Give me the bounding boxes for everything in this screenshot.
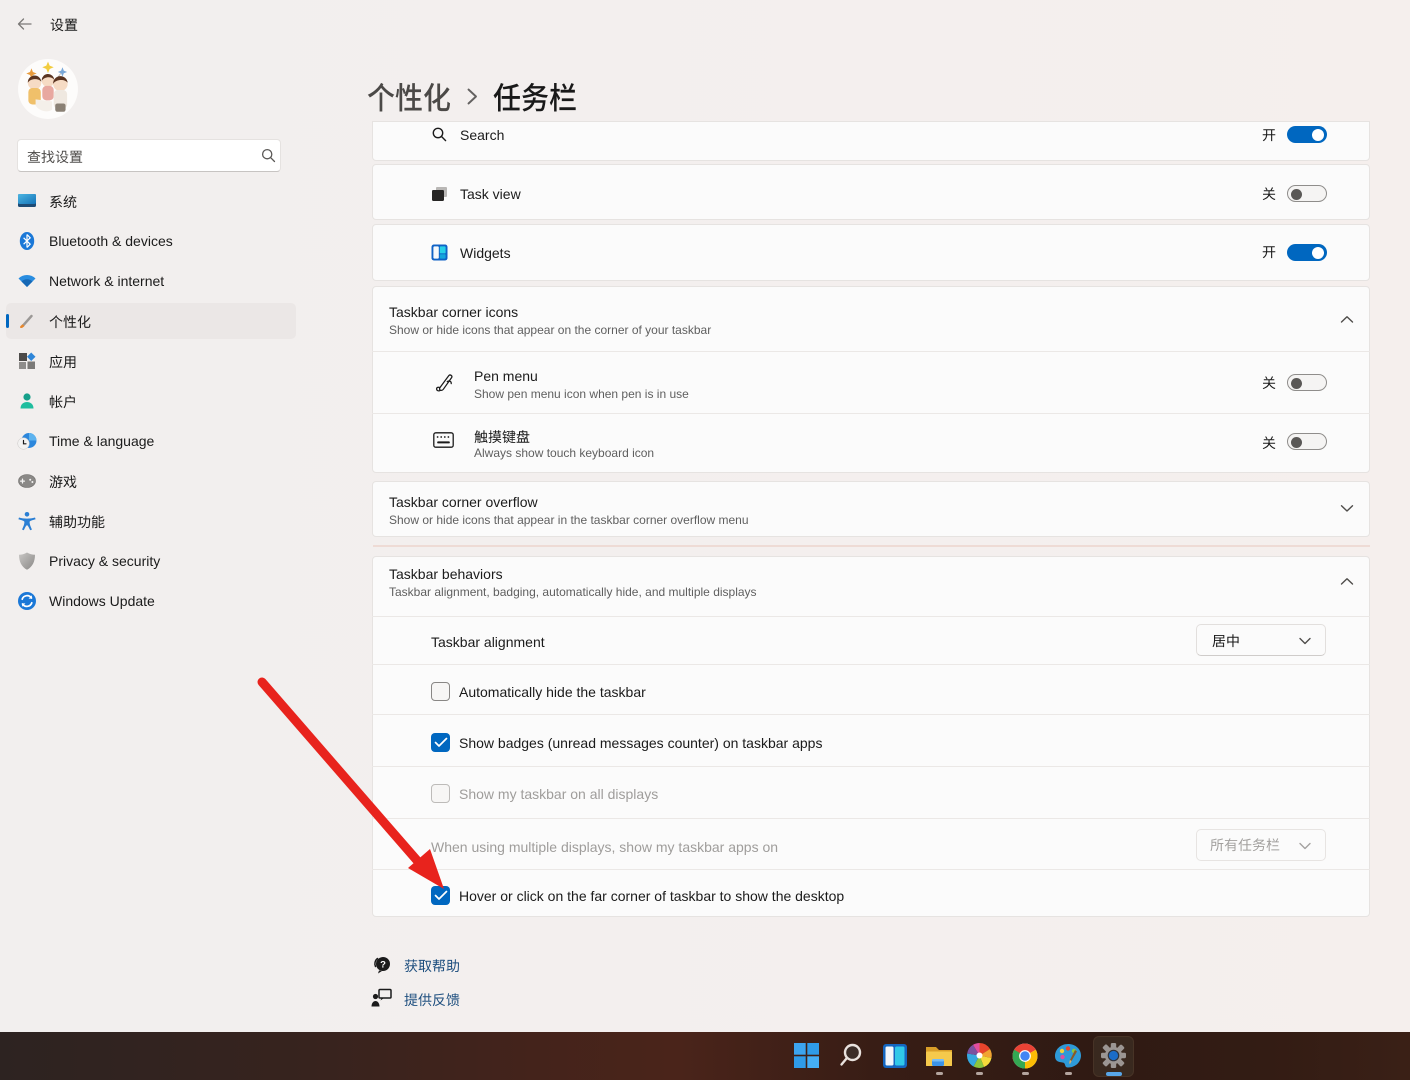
svg-text:?: ? bbox=[380, 959, 386, 970]
